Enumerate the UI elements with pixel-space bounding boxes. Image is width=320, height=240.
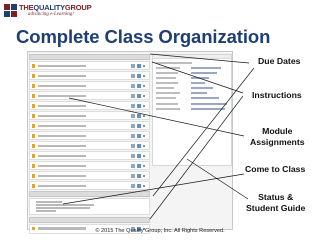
company-logo: THEQUALITYGROUP advancing e-Learning!: [4, 3, 99, 23]
callout-module-assignments: Module Assignments: [250, 126, 305, 147]
list-item[interactable]: [29, 151, 150, 160]
document-icon: [32, 134, 35, 138]
week-header: [29, 54, 150, 60]
document-icon: [32, 104, 35, 108]
document-icon: [32, 174, 35, 178]
list-item[interactable]: [29, 141, 150, 150]
logo-mark-icon: [4, 4, 17, 17]
document-icon: [32, 154, 35, 158]
list-item[interactable]: [29, 111, 150, 120]
class-session-block[interactable]: [29, 198, 150, 216]
list-item[interactable]: [29, 91, 150, 100]
copyright-footer: © 2015 The Quality Group, Inc. All Right…: [95, 228, 225, 234]
course-status-panel: [152, 54, 232, 166]
document-icon: [32, 94, 35, 98]
logo-name: THEQUALITYGROUP: [19, 3, 92, 12]
document-icon: [32, 184, 35, 188]
document-icon: [32, 74, 35, 78]
week-header: [29, 216, 150, 223]
document-icon: [32, 164, 35, 168]
course-organization-screenshot: [27, 51, 233, 234]
document-icon: [32, 84, 35, 88]
document-icon: [32, 144, 35, 148]
list-item[interactable]: [29, 121, 150, 130]
list-item[interactable]: [29, 161, 150, 170]
week-header: [29, 191, 150, 198]
list-item[interactable]: [29, 81, 150, 90]
callout-due-dates: Due Dates: [258, 56, 301, 66]
list-item[interactable]: [29, 71, 150, 80]
list-item[interactable]: [29, 171, 150, 180]
list-item[interactable]: [29, 181, 150, 190]
document-icon: [32, 64, 35, 68]
callout-instructions: Instructions: [252, 90, 302, 100]
logo-tagline: advancing e-Learning!: [28, 12, 74, 17]
course-content-panel: [29, 54, 150, 234]
document-icon: [32, 114, 35, 118]
callout-come-to-class: Come to Class: [245, 164, 306, 174]
document-icon: [32, 124, 35, 128]
slide-title: Complete Class Organization: [16, 26, 271, 47]
callout-status-student-guide: Status & Student Guide: [246, 192, 306, 213]
list-item[interactable]: [29, 101, 150, 110]
list-item[interactable]: [29, 131, 150, 140]
list-item[interactable]: [29, 61, 150, 70]
